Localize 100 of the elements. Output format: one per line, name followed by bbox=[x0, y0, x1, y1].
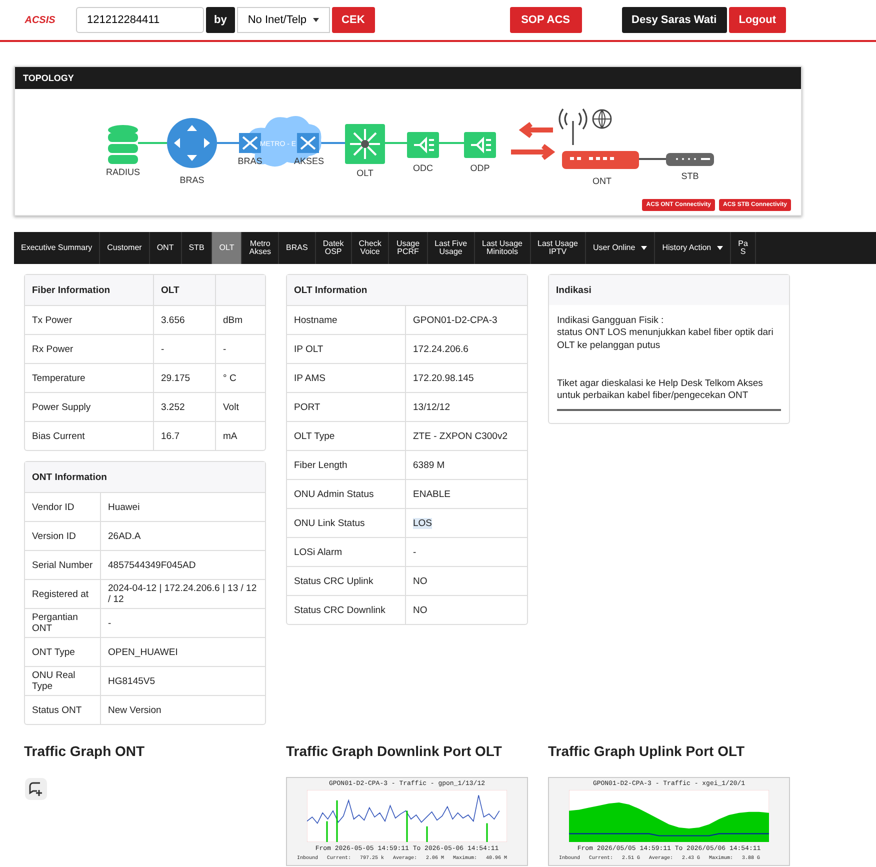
connector-line bbox=[439, 142, 464, 144]
table-cell-text: Huawei bbox=[107, 500, 141, 514]
section-title: Traffic Graph ONT bbox=[24, 743, 146, 759]
node-label: RADIUS bbox=[106, 167, 140, 177]
table-cell: LOS bbox=[413, 518, 432, 528]
table-header: Indikasi bbox=[555, 284, 592, 298]
table-cell-text: 26AD.A bbox=[107, 530, 142, 544]
table-cell: Hostname bbox=[287, 306, 406, 334]
table-cell: 16.7 bbox=[154, 422, 216, 450]
router-device-icon bbox=[562, 151, 639, 169]
table-header: Fiber Information bbox=[25, 275, 154, 305]
node-label: ODC bbox=[413, 163, 433, 173]
table-header: ONT Information bbox=[31, 470, 108, 484]
exchange-arrows-icon bbox=[508, 122, 556, 160]
table-cell-text: 4857544349F045AD bbox=[107, 558, 197, 572]
table-cell-text: ° C bbox=[222, 372, 238, 386]
table-cell: GPON01-D2-CPA-3 bbox=[413, 314, 498, 326]
antenna-icon bbox=[558, 108, 588, 146]
splitter-icon bbox=[464, 132, 496, 158]
set-top-box-icon bbox=[666, 153, 714, 166]
table-cell: LOSi Alarm bbox=[287, 538, 406, 566]
table-cell: Power Supply bbox=[25, 393, 154, 421]
table-cell-text: dBm bbox=[222, 314, 244, 328]
table-cell-text: Volt bbox=[222, 400, 240, 414]
caret-icon bbox=[312, 18, 319, 22]
indication-text: Indikasi Gangguan Fisik : bbox=[557, 315, 665, 328]
globe-icon bbox=[592, 109, 612, 129]
search-field[interactable]: 121212284411 bbox=[76, 7, 204, 33]
table-cell: OLT Type bbox=[287, 422, 406, 450]
table-cell-text: 2024-04-12 | 172.24.206.6 | 13 / 12 / 12 bbox=[107, 582, 258, 607]
table-cell: Rx Power bbox=[25, 335, 154, 363]
sop-button[interactable]: SOP ACS bbox=[510, 7, 582, 33]
table-cell: PORT bbox=[287, 393, 406, 421]
table-cell: NO bbox=[413, 604, 428, 616]
table-cell-text: New Version bbox=[107, 704, 162, 718]
table-cell: Fiber Length bbox=[287, 451, 406, 479]
table-header: OLT bbox=[154, 275, 216, 305]
connector-line bbox=[385, 142, 407, 144]
caret-icon bbox=[717, 246, 724, 250]
table-cell: Pergantian ONT bbox=[25, 609, 101, 637]
caret-icon bbox=[641, 246, 648, 250]
table-cell: Registered at bbox=[25, 580, 101, 608]
table-cell: - bbox=[154, 335, 216, 363]
section-title: Traffic Graph Uplink Port OLT bbox=[548, 743, 746, 759]
table-cell: Status CRC Downlink bbox=[287, 596, 406, 624]
logout-button[interactable]: Logout bbox=[728, 7, 786, 33]
table-cell: Status ONT bbox=[25, 696, 101, 724]
table-cell: - bbox=[413, 546, 416, 558]
table-cell: ONU Link Status bbox=[287, 509, 406, 537]
by-label: by bbox=[206, 7, 235, 33]
node-label: ONT bbox=[592, 176, 612, 186]
add-comment-icon[interactable] bbox=[24, 777, 48, 801]
table-cell: ENABLE bbox=[413, 488, 450, 500]
node-label: ODP bbox=[470, 163, 490, 173]
node-label: AKSES bbox=[294, 156, 324, 166]
table-cell: Version ID bbox=[25, 522, 101, 550]
connector-line bbox=[639, 158, 666, 160]
table-cell-text: - bbox=[222, 342, 228, 356]
connector-line bbox=[217, 142, 239, 144]
switch-icon bbox=[345, 124, 385, 164]
database-icon bbox=[108, 125, 138, 164]
table-cell: 29.175 bbox=[154, 364, 216, 392]
node-label: STB bbox=[681, 171, 699, 181]
table-cell: 172.20.98.145 bbox=[413, 372, 474, 384]
panel-title: TOPOLOGY bbox=[15, 67, 801, 89]
node-label: BRAS bbox=[180, 175, 204, 185]
table-cell: 3.252 bbox=[154, 393, 216, 421]
table-cell-text: mA bbox=[222, 430, 238, 444]
table-cell: 172.24.206.6 bbox=[413, 344, 468, 354]
table-cell-text: HG8145V5 bbox=[107, 674, 156, 688]
indication-note: Tiket agar dieskalasi ke Help Desk Telkom Akses untuk perbaikan kabel fiber/pengecekan ONT bbox=[557, 378, 764, 403]
table-cell: Temperature bbox=[25, 364, 154, 392]
table-cell: 3.656 bbox=[154, 306, 216, 334]
table-cell-text: - bbox=[107, 616, 112, 630]
connector-line bbox=[138, 142, 167, 144]
table-cell: IP AMS bbox=[287, 364, 406, 392]
table-header: OLT Information bbox=[293, 284, 368, 298]
table-cell: Serial Number bbox=[25, 551, 101, 579]
table-cell: Vendor ID bbox=[25, 493, 101, 521]
table-cell: ONT Type bbox=[25, 638, 101, 666]
connector-line bbox=[319, 142, 345, 144]
node-label: OLT bbox=[356, 168, 374, 178]
splitter-icon bbox=[407, 132, 439, 158]
table-cell: ONU Admin Status bbox=[287, 480, 406, 508]
table-cell: IP OLT bbox=[287, 335, 406, 363]
router-icon bbox=[167, 118, 217, 168]
table-cell: ZTE - ZXPON C300v2 bbox=[413, 430, 508, 442]
table-cell: Status CRC Uplink bbox=[287, 567, 406, 595]
indication-text: status ONT LOS menunjukkan kabel fiber optik dari OLT ke pelanggan putus bbox=[557, 327, 774, 352]
search-type-dropdown[interactable]: No Inet/Telp bbox=[236, 7, 330, 33]
table-cell: 13/12/12 bbox=[413, 402, 450, 412]
table-cell: ONU Real Type bbox=[25, 667, 101, 695]
user-name: Desy Saras Wati bbox=[622, 7, 727, 33]
section-title: Traffic Graph Downlink Port OLT bbox=[286, 743, 503, 759]
table-cell-text: OPEN_HUAWEI bbox=[107, 646, 179, 660]
tab[interactable]: OLT bbox=[212, 232, 242, 264]
table-cell: NO bbox=[413, 576, 428, 586]
table-cell: Tx Power bbox=[25, 306, 154, 334]
table-cell: Bias Current bbox=[25, 422, 154, 450]
check-button[interactable]: CEK bbox=[332, 7, 375, 33]
